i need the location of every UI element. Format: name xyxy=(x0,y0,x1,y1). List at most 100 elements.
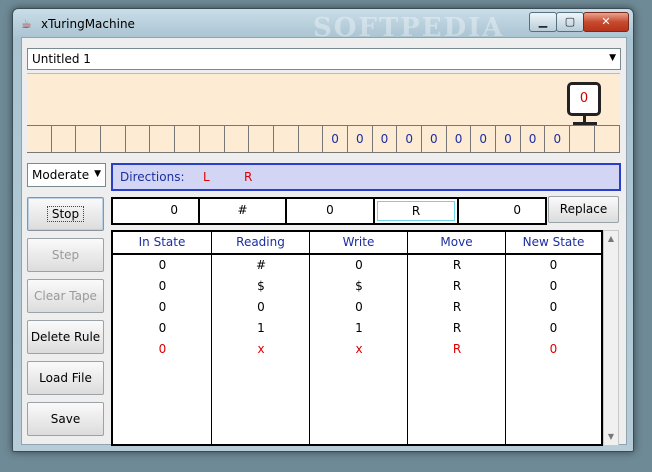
table-row[interactable]: 0 $ $ R 0 xyxy=(113,276,601,297)
tape-row: 0000000000 xyxy=(27,125,620,153)
maximize-button[interactable]: ▢ xyxy=(556,12,584,32)
directions-label: Directions: xyxy=(120,170,185,184)
header-reading[interactable]: Reading xyxy=(212,232,310,253)
cell-write: 1 xyxy=(355,321,363,335)
header-in-state[interactable]: In State xyxy=(113,232,212,253)
column-divider xyxy=(309,255,310,446)
table-row-active[interactable]: 0 x x R 0 xyxy=(113,339,601,360)
speed-select-value: Moderate xyxy=(32,168,90,182)
tape-cell[interactable]: 0 xyxy=(521,126,546,152)
tape-cell[interactable] xyxy=(150,126,176,152)
tape-head[interactable]: 0 xyxy=(567,82,601,116)
table-row[interactable]: 0 # 0 R 0 xyxy=(113,255,601,276)
table-row[interactable]: 0 1 1 R 0 xyxy=(113,318,601,339)
cell-reading: # xyxy=(255,258,267,272)
tape-cell[interactable]: 0 xyxy=(373,126,398,152)
stop-button-label: Stop xyxy=(46,206,85,222)
cell-move: R xyxy=(452,342,462,356)
tape-cell[interactable] xyxy=(126,126,151,152)
rule-editor: 0 # 0 R 0 xyxy=(111,197,547,225)
tape-cell[interactable] xyxy=(200,126,225,152)
scroll-up-icon[interactable]: ▲ xyxy=(604,231,618,247)
table-scrollbar[interactable]: ▲ ▼ xyxy=(603,230,619,446)
cell-in-state: 0 xyxy=(158,279,167,293)
java-icon: ☕ xyxy=(21,17,32,31)
cell-write: x xyxy=(355,342,363,356)
move-field: R xyxy=(375,199,459,223)
table-body: 0 # 0 R 0 0 $ $ R 0 0 0 0 R 0 0 1 1 R 0 … xyxy=(113,255,601,446)
replace-button[interactable]: Replace xyxy=(548,196,619,223)
tape-cell[interactable]: 0 xyxy=(397,126,422,152)
tape-cell[interactable] xyxy=(52,126,77,152)
rules-table: In State Reading Write Move New State 0 … xyxy=(111,230,603,446)
step-button[interactable]: Step xyxy=(27,238,104,272)
cell-in-state: 0 xyxy=(158,258,167,272)
cell-write: $ xyxy=(355,279,363,293)
tape-cell[interactable]: 0 xyxy=(422,126,447,152)
tape-cell[interactable]: 0 xyxy=(323,126,348,152)
cell-reading: $ xyxy=(257,279,265,293)
app-window: ☕ xTuringMachine SOFTPEDIA ▁ ▢ ✕ Untitle… xyxy=(12,8,634,452)
cell-new-state: 0 xyxy=(549,321,558,335)
column-divider xyxy=(505,255,506,446)
scroll-down-icon[interactable]: ▼ xyxy=(604,429,618,445)
header-write[interactable]: Write xyxy=(310,232,408,253)
cell-new-state: 0 xyxy=(549,258,558,272)
tape-cell[interactable]: 0 xyxy=(496,126,521,152)
tape-cell[interactable] xyxy=(175,126,200,152)
load-file-button[interactable]: Load File xyxy=(27,361,104,395)
tape-cell[interactable] xyxy=(299,126,324,152)
cell-in-state: 0 xyxy=(158,321,167,335)
direction-left[interactable]: L xyxy=(203,170,210,184)
tape-area[interactable]: 0 0000000000 xyxy=(27,73,620,154)
tape-cell[interactable] xyxy=(27,126,52,152)
minimize-button[interactable]: ▁ xyxy=(529,12,557,32)
tape-cell[interactable] xyxy=(225,126,250,152)
cell-write: 0 xyxy=(355,258,363,272)
in-state-field[interactable]: 0 xyxy=(113,199,200,223)
cell-reading: 0 xyxy=(257,300,265,314)
header-move[interactable]: Move xyxy=(408,232,506,253)
main-panel: Untitled 1 ▼ 0 0000000000 Moderate ▼ Dir… xyxy=(21,37,627,446)
clear-tape-button[interactable]: Clear Tape xyxy=(27,279,104,313)
column-divider xyxy=(211,255,212,446)
file-select[interactable]: Untitled 1 ▼ xyxy=(27,48,621,70)
tape-cell[interactable] xyxy=(570,126,595,152)
cell-move: R xyxy=(452,258,462,272)
direction-right[interactable]: R xyxy=(244,170,252,184)
header-new-state[interactable]: New State xyxy=(506,232,601,253)
move-input[interactable]: R xyxy=(377,201,455,221)
table-row[interactable]: 0 0 0 R 0 xyxy=(113,297,601,318)
tape-cell[interactable] xyxy=(595,126,620,152)
cell-write: 0 xyxy=(355,300,363,314)
new-state-field[interactable]: 0 xyxy=(459,199,541,223)
stop-button[interactable]: Stop xyxy=(27,197,104,231)
chevron-down-icon[interactable]: ▼ xyxy=(94,169,101,179)
file-select-value: Untitled 1 xyxy=(32,52,91,66)
cell-in-state: 0 xyxy=(158,342,167,356)
cell-move: R xyxy=(452,321,462,335)
tape-cell[interactable] xyxy=(76,126,102,152)
title-bar[interactable]: ☕ xTuringMachine SOFTPEDIA ▁ ▢ ✕ xyxy=(13,9,633,43)
reading-field[interactable]: # xyxy=(200,199,287,223)
save-button[interactable]: Save xyxy=(27,402,104,436)
tape-cell[interactable]: 0 xyxy=(471,126,497,152)
directions-panel: Directions: L R xyxy=(111,163,621,191)
window-title: xTuringMachine xyxy=(41,17,135,31)
cell-new-state: 0 xyxy=(549,279,558,293)
cell-reading: x xyxy=(257,342,265,356)
delete-rule-button[interactable]: Delete Rule xyxy=(27,320,104,354)
tape-cell[interactable] xyxy=(274,126,299,152)
tape-cell[interactable]: 0 xyxy=(447,126,472,152)
table-header: In State Reading Write Move New State xyxy=(113,232,601,255)
chevron-down-icon[interactable]: ▼ xyxy=(609,53,616,63)
tape-cell[interactable]: 0 xyxy=(545,126,571,152)
speed-select[interactable]: Moderate ▼ xyxy=(27,163,106,187)
tape-cell[interactable]: 0 xyxy=(348,126,373,152)
cell-reading: 1 xyxy=(257,321,265,335)
write-field[interactable]: 0 xyxy=(287,199,375,223)
cell-move: R xyxy=(452,300,462,314)
tape-cell[interactable] xyxy=(249,126,274,152)
tape-cell[interactable] xyxy=(101,126,126,152)
close-button[interactable]: ✕ xyxy=(583,12,629,32)
